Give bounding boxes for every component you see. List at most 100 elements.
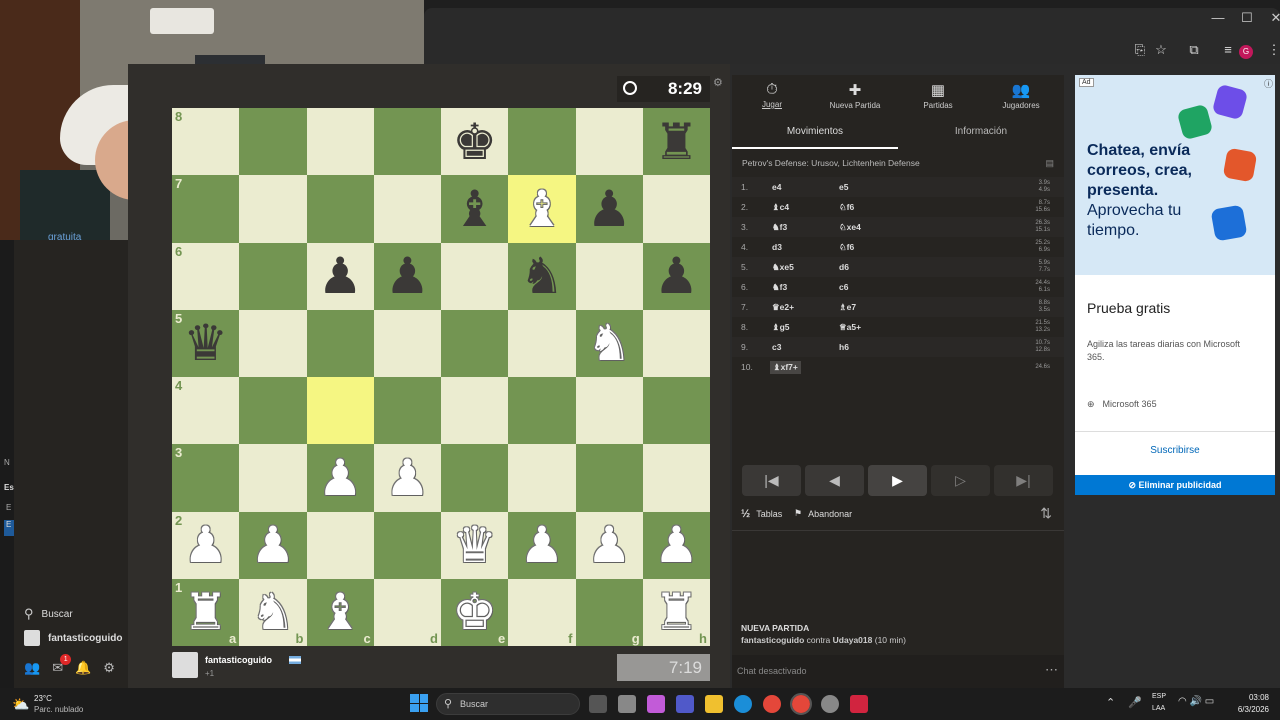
board-square[interactable]: ♚	[441, 108, 509, 176]
widgets-icon[interactable]	[618, 695, 636, 713]
board-square[interactable]	[306, 511, 374, 579]
board-square[interactable]	[373, 511, 441, 579]
board-square[interactable]	[508, 444, 576, 512]
board-square[interactable]: ♜	[642, 108, 710, 176]
white-pawn-icon[interactable]: ♟	[250, 520, 295, 570]
bell-icon[interactable]: 🔔	[75, 660, 91, 676]
black-move[interactable]: ♘xe4	[839, 222, 861, 233]
board-square[interactable]: ♟	[373, 242, 441, 310]
black-move[interactable]: ♘f6	[839, 242, 854, 253]
board-square[interactable]	[508, 108, 576, 176]
white-king-icon[interactable]: ♚	[452, 587, 497, 637]
close-icon[interactable]: ✕	[1266, 8, 1280, 28]
mic-icon[interactable]: 🎤	[1128, 696, 1142, 709]
board-square[interactable]: g	[575, 578, 643, 646]
board-square[interactable]	[575, 108, 643, 176]
board-square[interactable]: 2 ♟	[172, 511, 240, 579]
ad-banner[interactable]: Ad ⓘ Chatea, envía correos, crea, presen…	[1075, 75, 1275, 275]
board-square[interactable]: ♛	[441, 511, 509, 579]
white-pawn-icon[interactable]: ♟	[587, 520, 632, 570]
white-bishop-icon[interactable]: ♝	[318, 587, 363, 637]
black-rook-icon[interactable]: ♜	[654, 117, 699, 167]
cast-icon[interactable]: ⎘	[1130, 40, 1150, 60]
board-square[interactable]: ♝	[441, 175, 509, 243]
board-square[interactable]	[575, 444, 643, 512]
white-move[interactable]: ♞f3	[772, 222, 787, 233]
board-square[interactable]: e ♚	[441, 578, 509, 646]
board-square[interactable]	[239, 108, 307, 176]
prev-move-button[interactable]: ◀	[805, 465, 864, 496]
maximize-icon[interactable]: ☐	[1237, 8, 1257, 28]
board-square[interactable]	[642, 175, 710, 243]
chess-board[interactable]: 8 ♚ ♜ 7 ♝ ♝ ♟ 6 ♟ ♟ ♞ ♟ 5 ♛ ♞ 4 3 ♟ ♟ 2 ♟ ♟ ♛ ♟ ♟ ♟ 1 a ♜ b ♞ c ♝ d e ♚ f g h ♜	[172, 108, 710, 646]
first-move-button[interactable]: |◀	[742, 465, 801, 496]
minimize-icon[interactable]: —	[1208, 8, 1228, 28]
board-square[interactable]: h ♜	[642, 578, 710, 646]
board-square[interactable]	[642, 377, 710, 445]
board-square[interactable]	[575, 242, 643, 310]
white-move[interactable]: ♝c4	[772, 202, 789, 213]
board-square[interactable]: ♟	[239, 511, 307, 579]
tab-info[interactable]: Información	[898, 123, 1064, 149]
board-square[interactable]: 7	[172, 175, 240, 243]
board-square[interactable]: 3	[172, 444, 240, 512]
last-move-button[interactable]: ▶|	[994, 465, 1053, 496]
clock-date[interactable]: 6/3/2026	[1225, 705, 1269, 714]
board-square[interactable]	[239, 242, 307, 310]
copilot-icon[interactable]	[647, 695, 665, 713]
board-square[interactable]	[441, 309, 509, 377]
extensions-icon[interactable]: ⧉	[1184, 40, 1204, 60]
white-bishop-icon[interactable]: ♝	[519, 184, 564, 234]
board-square[interactable]	[306, 309, 374, 377]
book-icon[interactable]: ▤	[1045, 158, 1054, 169]
black-pawn-icon[interactable]: ♟	[318, 251, 363, 301]
clock-time[interactable]: 03:08	[1233, 693, 1269, 702]
temperature[interactable]: 23°C	[34, 694, 52, 703]
board-square[interactable]: b ♞	[239, 578, 307, 646]
teams-icon[interactable]	[676, 695, 694, 713]
black-pawn-icon[interactable]: ♟	[385, 251, 430, 301]
white-pawn-icon[interactable]: ♟	[385, 453, 430, 503]
nav-tab-players[interactable]: 👥 Jugadores	[981, 81, 1061, 110]
tab-moves[interactable]: Movimientos	[732, 123, 898, 149]
white-move[interactable]: ♞xe5	[772, 262, 794, 273]
board-square[interactable]: 8	[172, 108, 240, 176]
board-square[interactable]	[508, 309, 576, 377]
chrome-profile-icon[interactable]	[790, 693, 812, 715]
white-move[interactable]: c3	[772, 342, 781, 352]
edge-icon[interactable]	[734, 695, 752, 713]
board-square[interactable]: 5 ♛	[172, 309, 240, 377]
game-player[interactable]: fantasticoguido	[741, 635, 804, 645]
black-king-icon[interactable]: ♚	[452, 117, 497, 167]
black-move[interactable]: e5	[839, 182, 848, 192]
board-square[interactable]	[441, 242, 509, 310]
black-knight-icon[interactable]: ♞	[519, 251, 564, 301]
board-square[interactable]	[373, 377, 441, 445]
board-square[interactable]: ♟	[575, 511, 643, 579]
black-move[interactable]: d6	[839, 262, 849, 272]
board-square[interactable]: f	[508, 578, 576, 646]
flip-board-icon[interactable]: ⇅	[1040, 505, 1052, 522]
black-pawn-icon[interactable]: ♟	[587, 184, 632, 234]
weather-icon[interactable]: ⛅	[12, 696, 29, 713]
file-explorer-icon[interactable]	[705, 695, 723, 713]
board-square[interactable]	[239, 175, 307, 243]
nav-tab-board[interactable]: ▦ Partidas	[898, 81, 978, 110]
board-square[interactable]	[575, 377, 643, 445]
star-icon[interactable]: ☆	[1151, 40, 1171, 60]
board-square[interactable]	[239, 444, 307, 512]
black-queen-icon[interactable]: ♛	[183, 318, 228, 368]
board-square[interactable]	[306, 175, 374, 243]
white-move[interactable]: d3	[772, 242, 782, 252]
board-square[interactable]	[373, 175, 441, 243]
nav-tab-stopwatch[interactable]: ⏱ Jugar	[732, 81, 812, 109]
obs-icon[interactable]	[821, 695, 839, 713]
board-square[interactable]	[306, 108, 374, 176]
board-square[interactable]	[239, 309, 307, 377]
board-square[interactable]: 4	[172, 377, 240, 445]
ad-panel[interactable]: Ad ⓘ Chatea, envía correos, crea, presen…	[1075, 75, 1275, 495]
lang-top[interactable]: ESP	[1152, 693, 1166, 700]
windows-start-icon[interactable]	[410, 694, 428, 712]
board-square[interactable]	[441, 377, 509, 445]
remove-ads-button[interactable]: ⊘ Eliminar publicidad	[1075, 475, 1275, 495]
